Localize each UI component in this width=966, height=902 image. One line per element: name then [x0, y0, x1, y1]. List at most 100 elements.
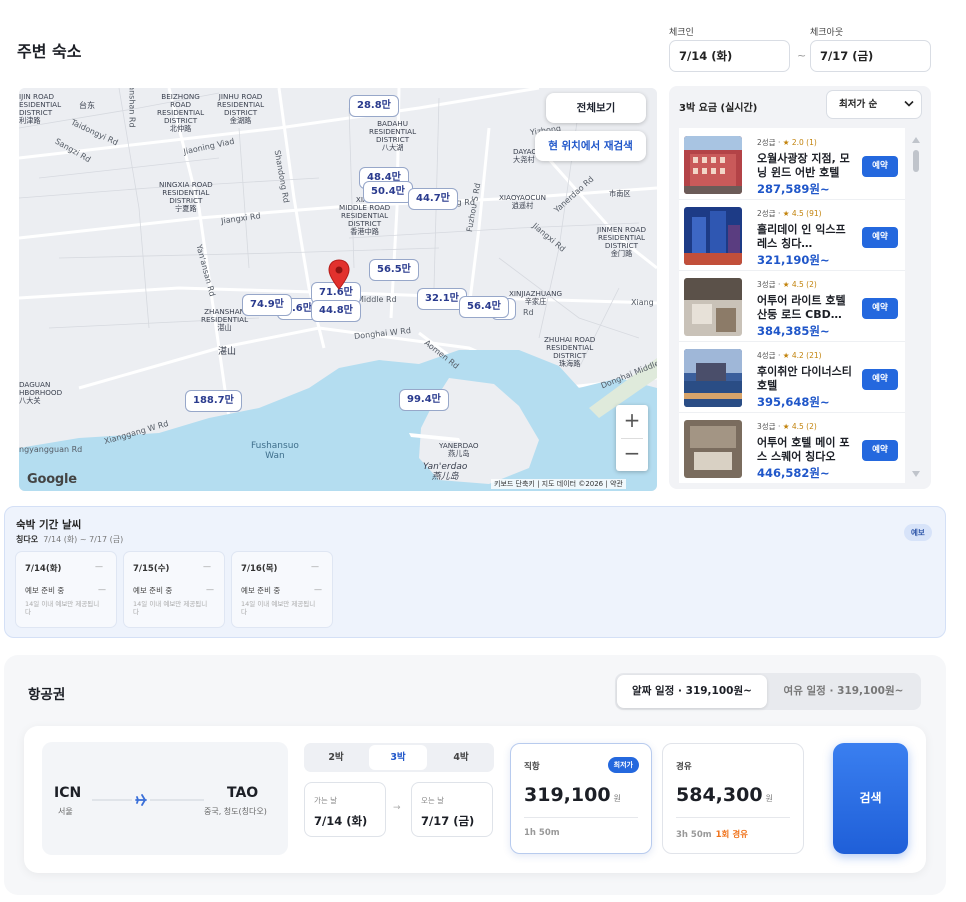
hotel-photo	[684, 207, 742, 265]
weather-title: 숙박 기간 날씨	[16, 519, 82, 531]
hotel-list-scrollbar[interactable]	[910, 133, 922, 485]
district-label: DAGUAN HBORHOOD 八大关	[19, 380, 63, 405]
water-label: Fushansuo Wan	[251, 441, 299, 461]
hotel-item[interactable]: 2성급 · ★ 2.0 (1) 오월사광장 지점, 모닝 윈드 어반 호텔 28…	[679, 130, 905, 200]
hotel-meta: 3성급 · ★ 4.5 (2)	[757, 422, 817, 431]
sort-value: 최저가 순	[839, 99, 878, 110]
road-label: ngyangguan Rd	[19, 445, 83, 454]
hotel-item[interactable]: 3성급 · ★ 4.5 (2) 어투어 라이트 호텔 산둥 로드 CBD… 38…	[679, 272, 905, 342]
district-label: XIAOYAOCUN 逍遥村	[499, 193, 547, 210]
hotel-list[interactable]: 2성급 · ★ 2.0 (1) 오월사광장 지점, 모닝 윈드 어반 호텔 28…	[679, 128, 905, 483]
hotel-name: 어투어 호텔 메이 포스 스퀘어 칭다오	[757, 436, 850, 463]
dest-code: TAO	[227, 785, 259, 801]
book-button[interactable]: 예약	[862, 156, 898, 177]
checkout-field[interactable]: 7/17 (금)	[810, 40, 931, 72]
flights-title: 항공권	[28, 687, 66, 703]
depart-date-field[interactable]: 가는 날 7/14 (화)	[304, 782, 386, 837]
price-pin[interactable]: 56.4만	[459, 296, 509, 318]
cheapest-badge: 최저가	[607, 757, 639, 773]
chevron-down-icon	[904, 100, 914, 107]
district-label: JINMEN ROAD RESIDENTIAL DISTRICT 金门路	[597, 225, 646, 258]
district-label: BADAHU RESIDENTIAL DISTRICT 八大湖	[369, 119, 417, 152]
sort-select[interactable]: 최저가 순	[826, 90, 922, 119]
hotel-price: 287,589원~	[757, 182, 830, 196]
price-pin[interactable]: 44.8만	[311, 300, 361, 322]
hotel-item[interactable]: 4성급 · ★ 4.2 (21) 후이취안 다이너스티 호텔 395,648원~…	[679, 343, 905, 413]
hotel-meta: 2성급 · ★ 4.5 (91)	[757, 209, 822, 218]
weather-subtitle: 칭다오 7/14 (화) ~ 7/17 (금)	[16, 535, 124, 544]
weather-day-card: 7/14(화) — 예보 준비 중 — 14일 이내 예보만 제공됩니다	[15, 551, 117, 628]
research-here-button[interactable]: 현 위치에서 재검색	[535, 131, 646, 161]
plane-icon	[92, 794, 204, 806]
flight-search-button[interactable]: 검색	[833, 743, 908, 854]
map-marker-icon[interactable]	[328, 259, 350, 291]
hotel-item[interactable]: 3성급 · ★ 4.5 (2) 어투어 호텔 메이 포스 스퀘어 칭다오 446…	[679, 414, 905, 483]
price-pin[interactable]: 44.7만	[408, 188, 458, 210]
price-pin[interactable]: 28.8만	[349, 95, 399, 117]
zoom-control: + −	[616, 405, 648, 471]
toggle-relaxed-schedule[interactable]: 여유 일정 · 319,100원~	[770, 675, 917, 708]
district-label: 台东	[79, 101, 95, 110]
tab-4-nights[interactable]: 4박	[432, 745, 490, 770]
origin-city: 서울	[58, 807, 73, 816]
price-pin[interactable]: 188.7만	[185, 390, 242, 412]
hotel-photo	[684, 420, 742, 478]
arrow-icon: →	[393, 803, 401, 813]
zoom-in-button[interactable]: +	[616, 405, 648, 438]
hotel-item[interactable]: 2성급 · ★ 4.5 (91) 홀리데이 인 익스프레스 칭다… 321,19…	[679, 201, 905, 271]
road-label: Xiang	[631, 298, 654, 307]
price-pin[interactable]: 99.4만	[399, 389, 449, 411]
direct-flight-option[interactable]: 직항 최저가 319,100 원 1h 50m	[510, 743, 652, 854]
road-label: Middle Rd	[357, 295, 397, 304]
tab-3-nights[interactable]: 3박	[369, 745, 427, 770]
district-label: 湛山	[218, 347, 237, 357]
district-label: JINHU ROAD RESIDENTIAL DISTRICT 金湖路	[217, 92, 265, 125]
hotel-panel-title: 3박 요금 (실시간)	[679, 103, 758, 114]
road-label: Rd	[523, 308, 534, 317]
dest-city: 중국, 청도(칭다오)	[204, 807, 267, 816]
district-label: ZHANSHAN RESIDENTIAL 湛山	[201, 307, 249, 332]
toggle-compact-schedule[interactable]: 알짜 일정 · 319,100원~	[617, 675, 767, 708]
hotel-meta: 2성급 · ★ 2.0 (1)	[757, 138, 817, 147]
book-button[interactable]: 예약	[862, 298, 898, 319]
hotel-photo	[684, 136, 742, 194]
district-label: DAYAO 大尧村	[513, 147, 538, 164]
hotel-price: 395,648원~	[757, 395, 830, 409]
hotel-price: 384,385원~	[757, 324, 830, 338]
return-date-field[interactable]: 오는 날 7/17 (금)	[411, 782, 493, 837]
map-attribution[interactable]: 키보드 단축키 | 지도 데이터 ©2026 | 약관	[491, 479, 626, 489]
hotel-photo	[684, 349, 742, 407]
price-pin[interactable]: 74.9만	[242, 294, 292, 316]
district-label: ZHUHAI ROAD RESIDENTIAL DISTRICT 珠海路	[544, 335, 596, 368]
district-label: 市南区	[609, 189, 631, 198]
hotel-name: 오월사광장 지점, 모닝 윈드 어반 호텔	[757, 152, 850, 179]
checkin-label: 체크인	[669, 28, 694, 38]
date-separator: ~	[797, 49, 807, 62]
hotel-name: 후이취안 다이너스티 호텔	[757, 365, 852, 392]
book-button[interactable]: 예약	[862, 369, 898, 390]
forecast-badge: 예보	[904, 524, 932, 541]
district-label: NINGXIA ROAD RESIDENTIAL DISTRICT 宁夏路	[159, 180, 213, 213]
price-pin[interactable]: 50.4만	[363, 181, 413, 203]
google-logo: Google	[27, 472, 77, 487]
checkout-label: 체크아웃	[810, 28, 844, 38]
tab-2-nights[interactable]: 2박	[307, 745, 365, 770]
transfer-flight-option[interactable]: 경유 584,300 원 3h 50m 1회 경유	[662, 743, 804, 854]
weather-day-card: 7/15(수) — 예보 준비 중 — 14일 이내 예보만 제공됩니다	[123, 551, 225, 628]
hotel-map[interactable]: IJIN ROAD ESIDENTIAL DISTRICT 利津路 台东 BEI…	[19, 88, 657, 491]
hotel-photo	[684, 278, 742, 336]
book-button[interactable]: 예약	[862, 440, 898, 461]
checkin-field[interactable]: 7/14 (화)	[669, 40, 790, 72]
zoom-out-button[interactable]: −	[616, 438, 648, 471]
price-pin[interactable]: 56.5만	[369, 259, 419, 281]
full-view-button[interactable]: 전체보기	[546, 93, 646, 123]
hotel-name: 어투어 라이트 호텔 산둥 로드 CBD…	[757, 294, 846, 321]
weather-day-card: 7/16(목) — 예보 준비 중 — 14일 이내 예보만 제공됩니다	[231, 551, 333, 628]
origin-code: ICN	[54, 785, 82, 801]
district-label: Yan'erdao 燕儿岛	[423, 462, 468, 482]
hotel-meta: 3성급 · ★ 4.5 (2)	[757, 280, 817, 289]
district-label: IJIN ROAD ESIDENTIAL DISTRICT 利津路	[19, 92, 62, 125]
book-button[interactable]: 예약	[862, 227, 898, 248]
road-label: Yanshan Rd	[127, 88, 137, 128]
hotel-meta: 4성급 · ★ 4.2 (21)	[757, 351, 822, 360]
